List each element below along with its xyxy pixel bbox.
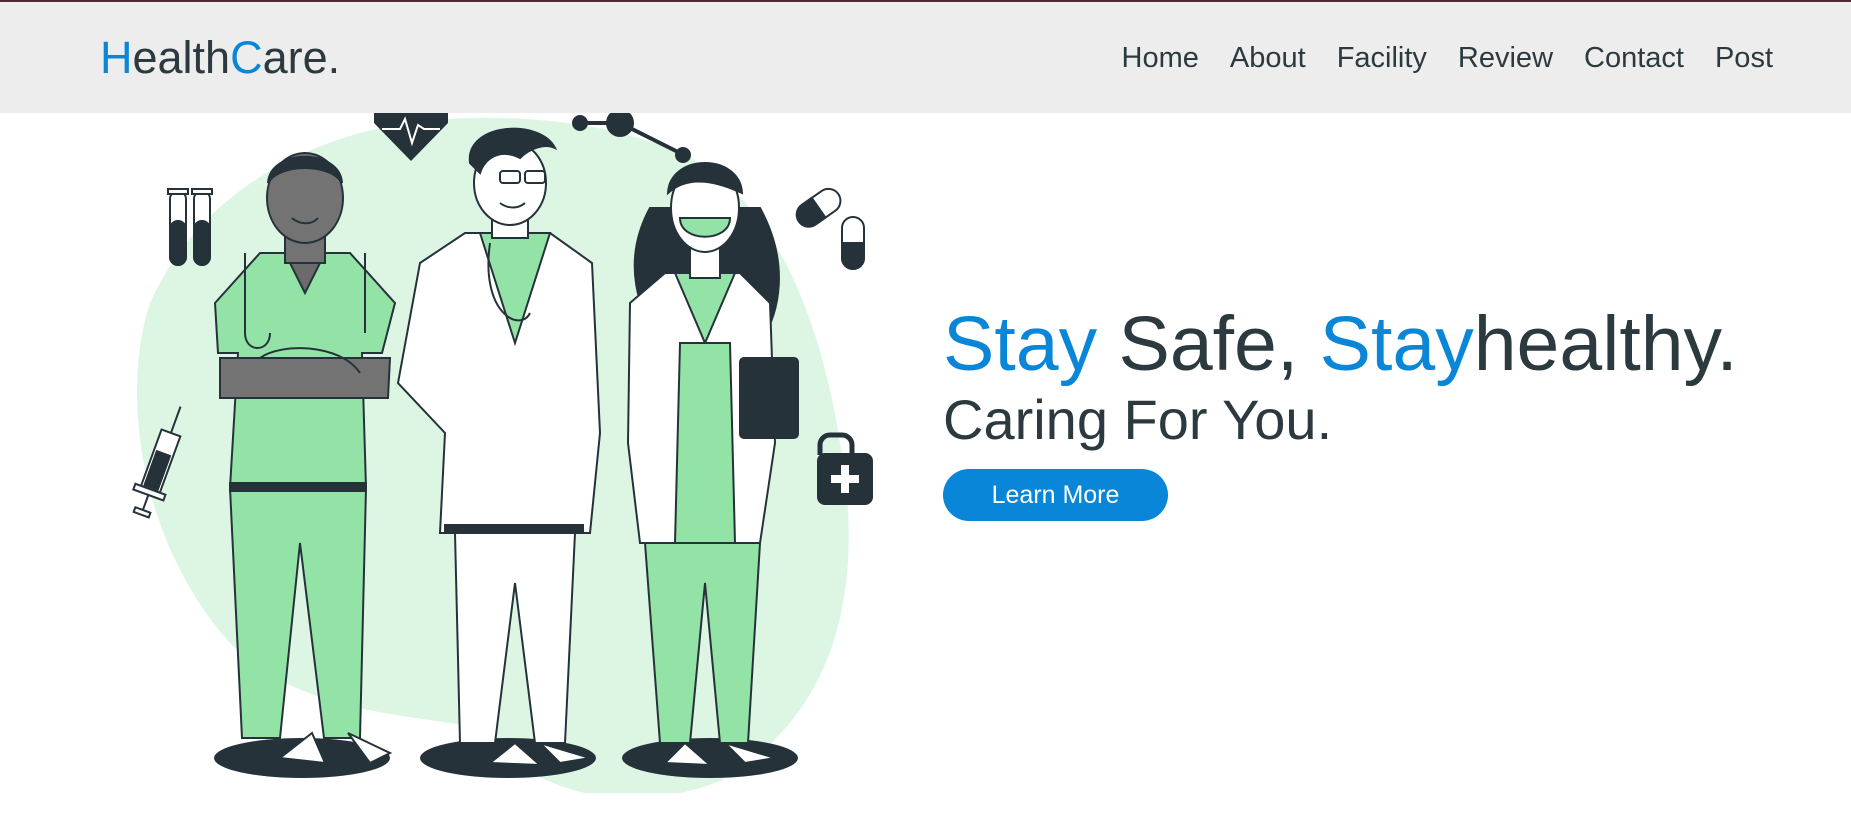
nav-facility[interactable]: Facility — [1337, 40, 1427, 76]
nav-contact[interactable]: Contact — [1584, 40, 1684, 76]
hero-subheading: Caring For You. — [943, 388, 1333, 451]
site-header: HealthCare. Home About Facility Review C… — [0, 2, 1851, 113]
logo-text-1: ealth — [132, 32, 231, 83]
nav-post[interactable]: Post — [1715, 40, 1773, 76]
nav-about[interactable]: About — [1230, 40, 1306, 76]
heading-word-stay-1: Stay — [943, 301, 1098, 387]
learn-more-button[interactable]: Learn More — [943, 469, 1168, 521]
heading-word-healthy: healthy. — [1473, 301, 1738, 387]
logo-letter-c: C — [230, 32, 263, 83]
pills-icon — [795, 187, 865, 270]
site-logo[interactable]: HealthCare. — [100, 32, 340, 84]
hero-text: Stay Safe, Stayhealthy. Caring For You. … — [943, 300, 1738, 521]
logo-text-2: are. — [262, 32, 341, 83]
nav-review[interactable]: Review — [1458, 40, 1553, 76]
doctors-illustration — [132, 113, 873, 793]
logo-letter-h: H — [100, 32, 133, 83]
main-nav: Home About Facility Review Contact Post — [1091, 40, 1773, 76]
hero-heading: Stay Safe, Stayhealthy. — [943, 300, 1738, 388]
heading-word-safe: Safe, — [1097, 301, 1320, 387]
heading-word-stay-2: Stay — [1319, 301, 1474, 387]
nav-home[interactable]: Home — [1122, 40, 1199, 76]
